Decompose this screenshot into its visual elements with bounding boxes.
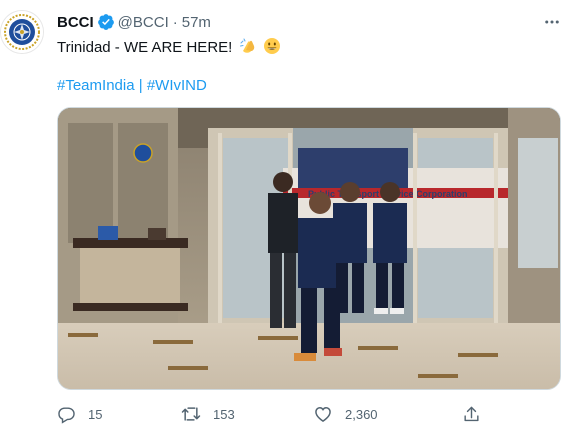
photo-hotel-lobby: Public Transport Service Corporation	[58, 108, 560, 389]
hashtag-wivind[interactable]: #WIvIND	[147, 77, 207, 94]
tweet-header: BCCI @BCCI · 57m	[57, 13, 211, 31]
verified-badge-icon	[97, 14, 114, 30]
hashtag-teamindia[interactable]: #TeamIndia	[57, 77, 135, 94]
hashtags: #TeamIndia | #WIvIND	[57, 76, 207, 96]
avatar[interactable]	[0, 10, 44, 54]
tweet-actions: 15 153 2,360	[57, 402, 537, 426]
tweet-card[interactable]: BCCI @BCCI · 57m Trinidad - WE ARE HERE!	[0, 0, 581, 440]
more-options-icon	[545, 20, 559, 24]
tweet-text-content: Trinidad - WE ARE HERE!	[57, 39, 233, 56]
clapping-hands-icon	[239, 38, 254, 53]
reply-button[interactable]: 15	[57, 402, 102, 426]
like-icon	[315, 406, 331, 422]
share-icon	[464, 406, 479, 421]
more-options-button[interactable]	[541, 11, 563, 33]
tweet-timestamp[interactable]: 57m	[182, 14, 211, 31]
author-name[interactable]: BCCI	[57, 14, 94, 31]
reply-count: 15	[88, 406, 103, 422]
author-handle[interactable]: @BCCI	[118, 14, 169, 31]
like-button[interactable]: 2,360	[313, 402, 378, 426]
header-separator: ·	[172, 13, 178, 31]
retweet-icon	[181, 407, 201, 421]
grinning-face-icon	[263, 38, 280, 54]
retweet-button[interactable]: 153	[181, 402, 235, 426]
bcci-logo-icon	[1, 11, 43, 53]
like-count: 2,360	[345, 406, 378, 422]
reply-icon	[58, 406, 75, 424]
tweet-photo[interactable]: Public Transport Service Corporation	[57, 107, 561, 390]
retweet-count: 153	[213, 406, 235, 422]
hashtag-separator: |	[138, 77, 143, 94]
tweet-text: Trinidad - WE ARE HERE!	[57, 37, 281, 58]
share-button[interactable]	[462, 402, 481, 426]
